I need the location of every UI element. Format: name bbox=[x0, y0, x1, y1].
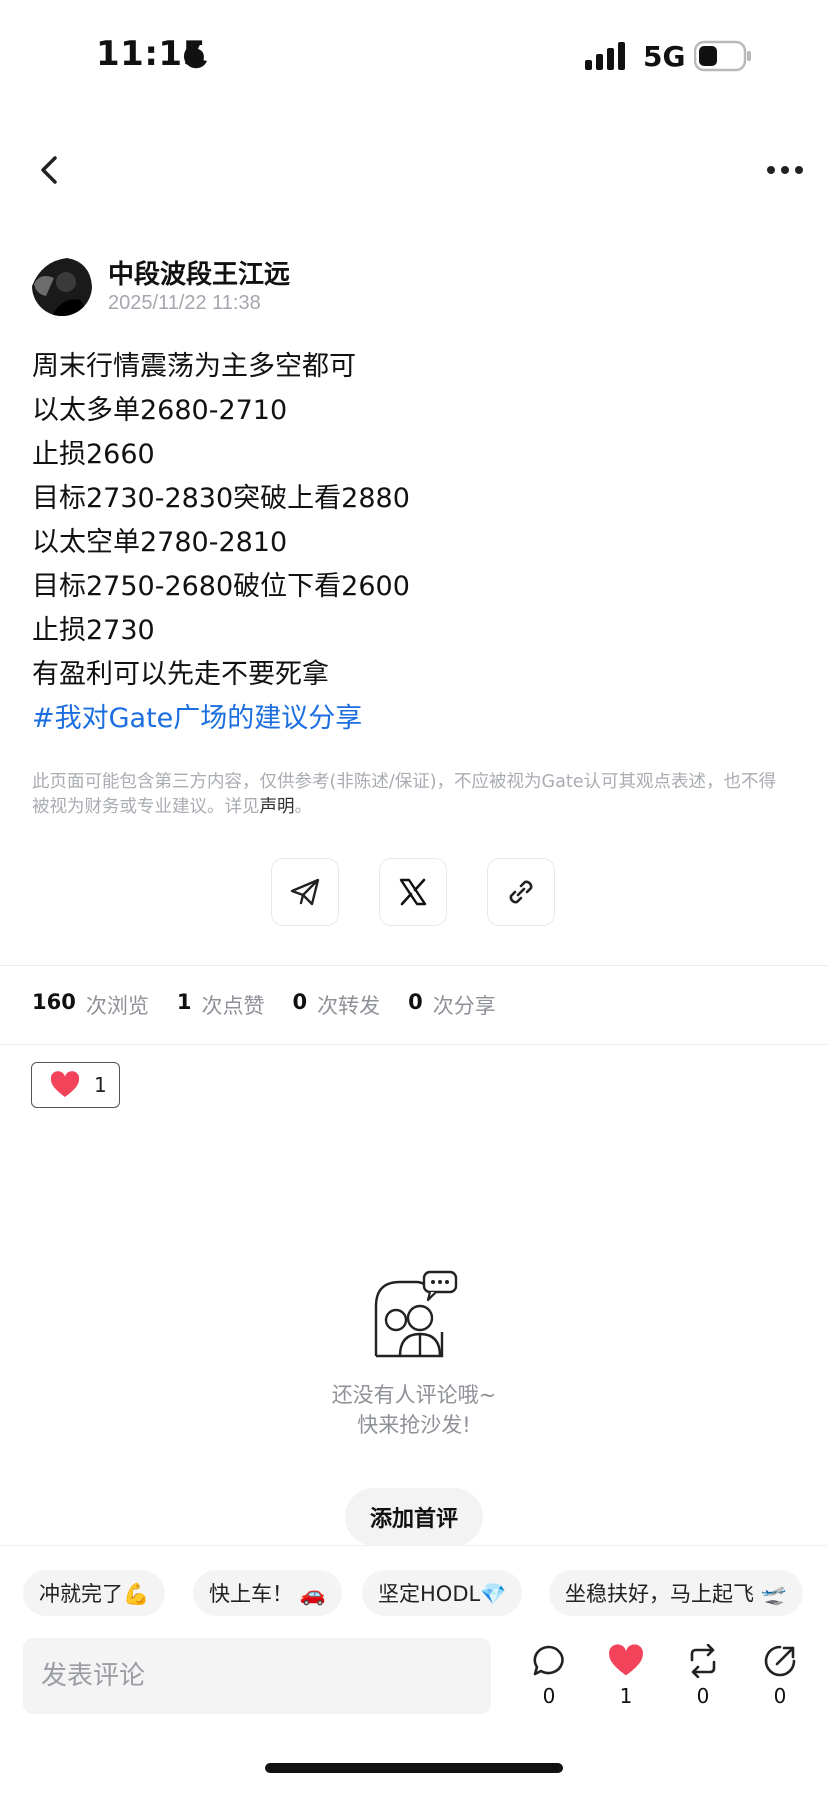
post-line: 止损2730 bbox=[32, 615, 155, 646]
post-timestamp: 2025/11/22 11:38 bbox=[108, 292, 261, 314]
post-line: 以太多单2680-2710 bbox=[32, 395, 288, 426]
post-line: 有盈利可以先走不要死拿 bbox=[32, 659, 329, 690]
reposts-label: 次转发 bbox=[317, 994, 381, 1018]
divider bbox=[0, 965, 828, 966]
author-name[interactable]: 中段波段王江远 bbox=[108, 254, 290, 291]
repost-icon bbox=[690, 1644, 716, 1678]
post-line: 以太空单2780-2810 bbox=[32, 527, 288, 558]
like-count: 1 bbox=[619, 1684, 633, 1708]
quick-replies: 冲就完了💪 快上车！ 🚗 坚定HODL💎 坐稳扶好，马上起飞 🛫 bbox=[0, 1545, 828, 1641]
network-type: 5G bbox=[643, 40, 686, 73]
battery-icon bbox=[694, 40, 751, 72]
heart-icon bbox=[50, 1071, 80, 1097]
more-options-icon[interactable] bbox=[760, 150, 810, 190]
share-arrow-icon bbox=[764, 1645, 796, 1677]
heart-reaction-chip[interactable]: 1 bbox=[31, 1062, 120, 1108]
paper-plane-icon bbox=[290, 878, 320, 906]
home-indicator bbox=[265, 1763, 563, 1773]
disclaimer-link[interactable]: 声明 bbox=[260, 797, 295, 817]
quick-reply-chip[interactable]: 坚定HODL💎 bbox=[362, 1570, 523, 1616]
post-line: 周末行情震荡为主多空都可 bbox=[32, 351, 356, 382]
copy-link-button[interactable] bbox=[487, 858, 555, 926]
views-count: 160 bbox=[32, 990, 76, 1014]
empty-message-line1: 还没有人评论哦~ bbox=[331, 1383, 497, 1407]
likes-count: 1 bbox=[176, 990, 192, 1014]
views-label: 次浏览 bbox=[85, 994, 149, 1018]
quick-reply-chip[interactable]: 冲就完了💪 bbox=[23, 1570, 166, 1616]
repost-action[interactable]: 0 bbox=[673, 1644, 733, 1708]
comment-action[interactable]: 0 bbox=[519, 1644, 579, 1708]
empty-message: 还没有人评论哦~ 快来抢沙发! bbox=[0, 1380, 828, 1440]
x-share-button[interactable] bbox=[379, 858, 447, 926]
post-body: 周末行情震荡为主多空都可 以太多单2680-2710 止损2660 目标2730… bbox=[32, 345, 802, 741]
divider bbox=[0, 1044, 828, 1045]
like-action[interactable]: 1 bbox=[596, 1644, 656, 1708]
reposts-count: 0 bbox=[292, 990, 308, 1014]
comment-input[interactable] bbox=[23, 1638, 491, 1714]
status-bar: 11:15 5G bbox=[0, 0, 828, 110]
post-line: 目标2750-2680破位下看2600 bbox=[32, 571, 410, 602]
avatar[interactable] bbox=[32, 256, 92, 316]
signal-icon bbox=[585, 42, 625, 70]
share-action[interactable]: 0 bbox=[750, 1644, 810, 1708]
heart-filled-icon bbox=[609, 1644, 643, 1676]
repost-count: 0 bbox=[696, 1684, 710, 1708]
shares-label: 次分享 bbox=[432, 994, 496, 1018]
share-row bbox=[0, 858, 828, 928]
disclaimer: 此页面可能包含第三方内容，仅供参考(非陈述/保证)，不应被视为Gate认可其观点… bbox=[32, 770, 792, 820]
hashtag-link[interactable]: #我对Gate广场的建议分享 bbox=[32, 697, 802, 741]
quick-reply-chip[interactable]: 坐稳扶好，马上起飞 🛫 bbox=[549, 1570, 803, 1616]
empty-message-line2: 快来抢沙发! bbox=[357, 1413, 471, 1437]
comment-count: 0 bbox=[542, 1684, 556, 1708]
reaction-count: 1 bbox=[94, 1073, 107, 1097]
bottom-action-bar: 0 1 0 0 bbox=[0, 1638, 828, 1728]
likes-label: 次点赞 bbox=[201, 994, 265, 1018]
link-icon bbox=[509, 880, 533, 904]
shares-count: 0 bbox=[408, 990, 423, 1014]
add-first-comment-button[interactable]: 添加首评 bbox=[345, 1488, 483, 1546]
post-line: 目标2730-2830突破上看2880 bbox=[32, 483, 410, 514]
disclaimer-suffix: 。 bbox=[294, 797, 313, 817]
moon-icon bbox=[183, 44, 207, 69]
disclaimer-text: 此页面可能包含第三方内容，仅供参考(非陈述/保证)，不应被视为Gate认可其观点… bbox=[32, 772, 776, 817]
x-logo-icon bbox=[399, 878, 427, 906]
post-stats: 160 次浏览 1 次点赞 0 次转发 0 次分享 bbox=[32, 990, 802, 1020]
telegram-share-button[interactable] bbox=[271, 858, 339, 926]
post-line: 止损2660 bbox=[32, 439, 155, 470]
quick-reply-chip[interactable]: 快上车！ 🚗 bbox=[193, 1570, 342, 1616]
share-count: 0 bbox=[773, 1684, 787, 1708]
author-header: 中段波段王江远 2025/11/22 11:38 bbox=[32, 252, 792, 322]
avatar-image bbox=[32, 256, 92, 316]
top-nav bbox=[0, 140, 828, 200]
back-arrow-icon[interactable] bbox=[30, 150, 70, 190]
comment-bubble-icon bbox=[533, 1645, 564, 1676]
no-comments-illustration-icon bbox=[374, 1270, 458, 1358]
